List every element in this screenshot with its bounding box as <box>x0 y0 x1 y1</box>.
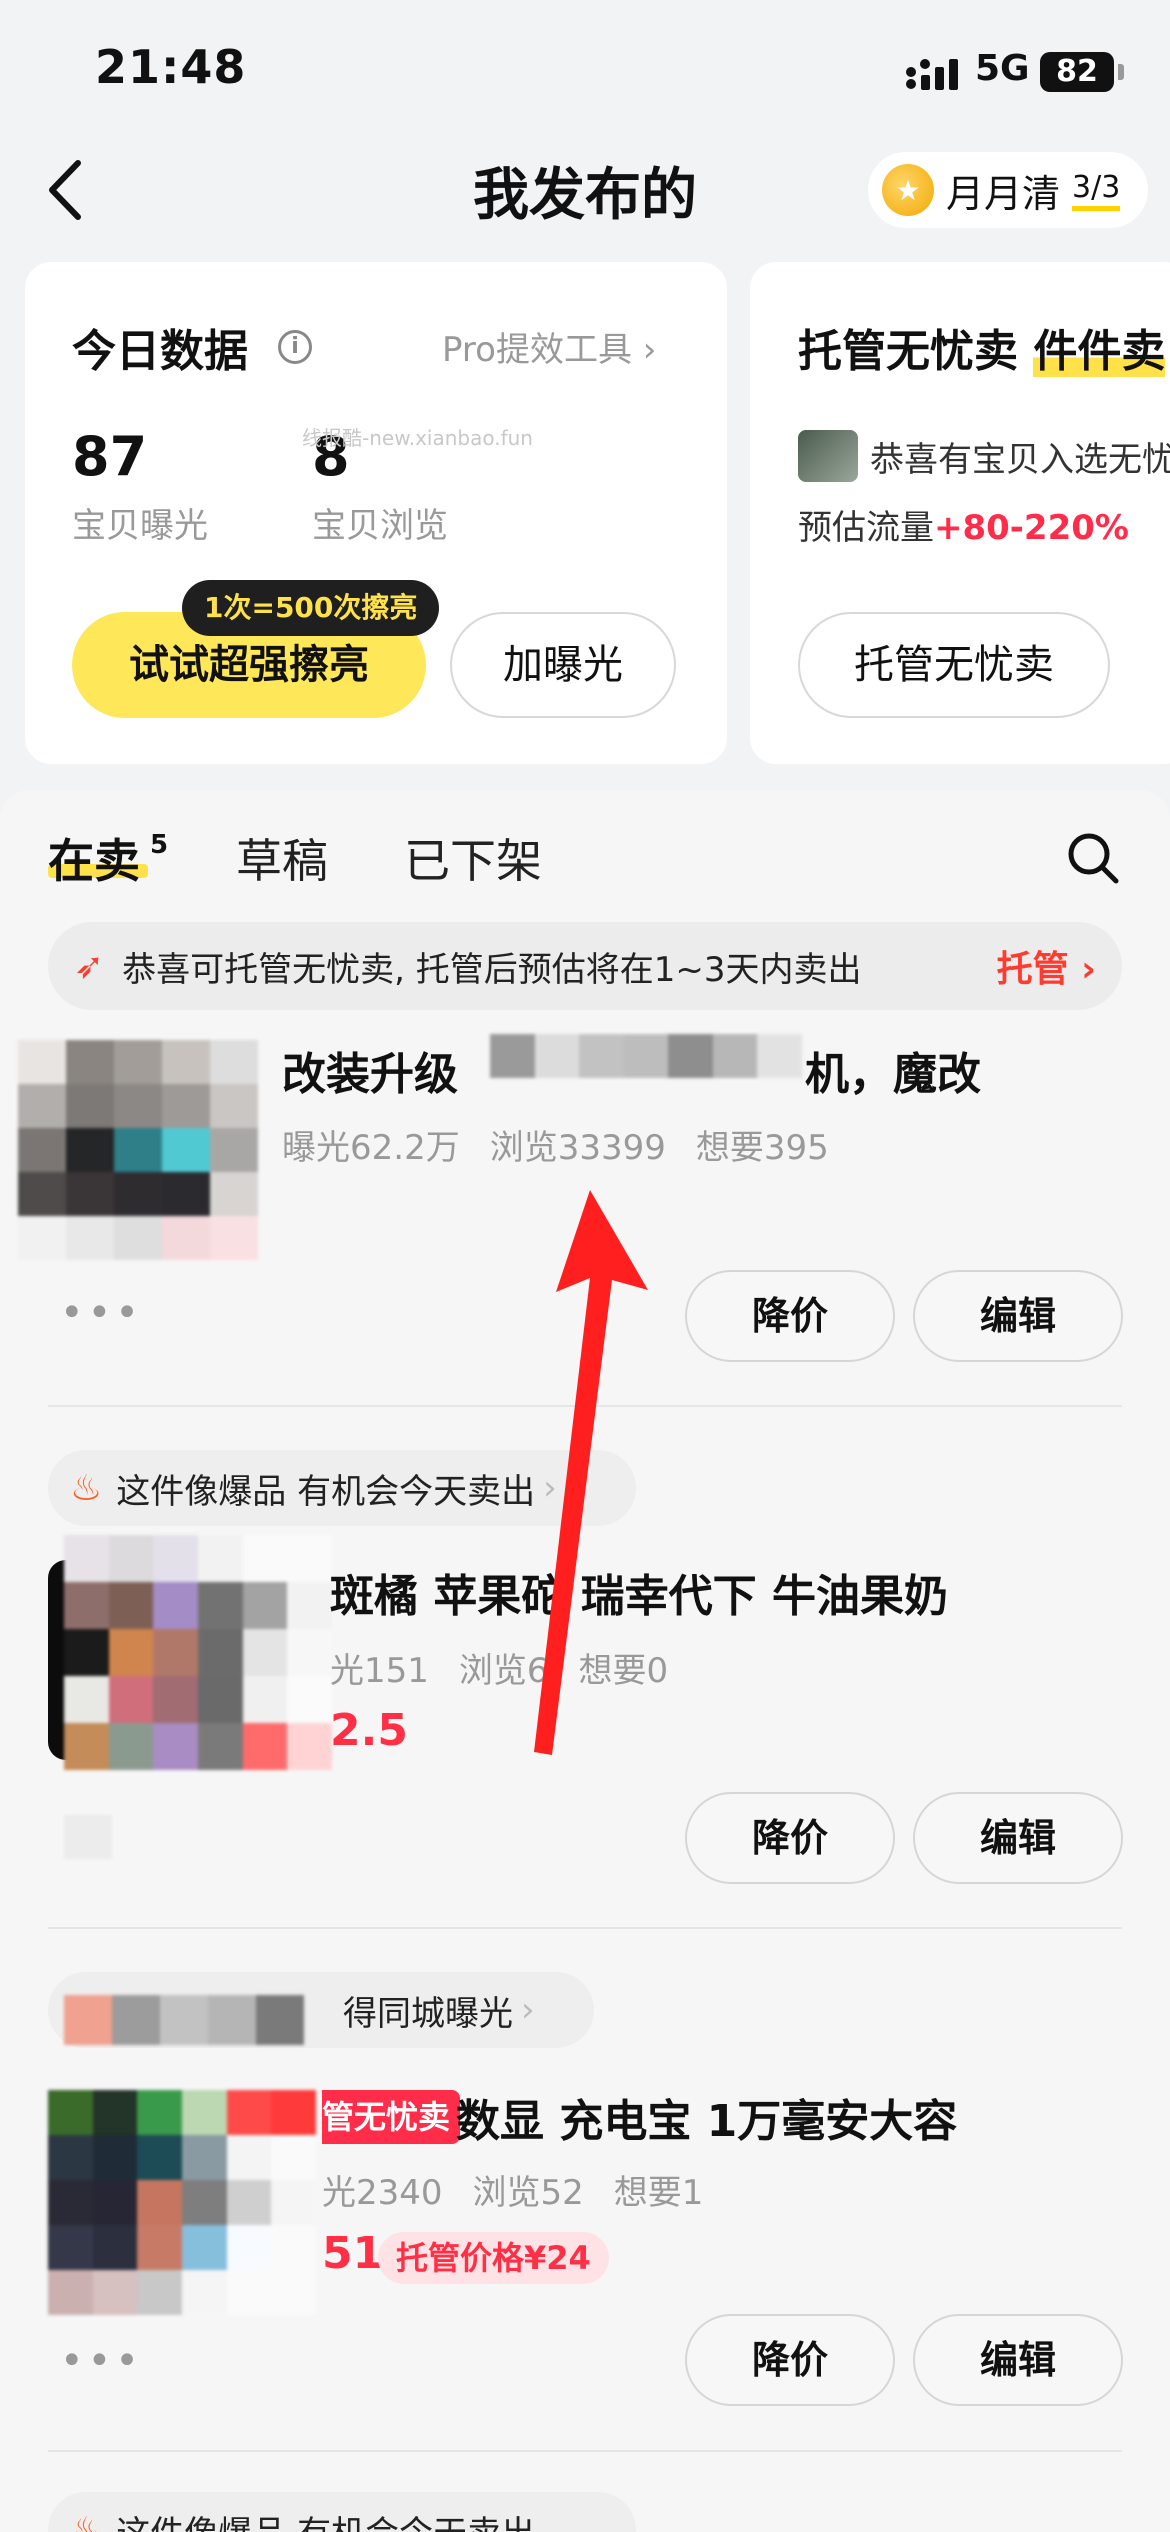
managed-line1-text: 恭喜有宝贝入选无忧 <box>870 439 1170 480</box>
exposure-value: 87 <box>72 425 148 488</box>
coin-bag-icon: ★ <box>882 164 934 216</box>
item3-views: 浏览52 <box>472 2173 584 2213</box>
product-thumbnail-mini <box>798 430 858 482</box>
signal-icon <box>906 59 958 90</box>
battery-indicator: 82 <box>1040 52 1114 92</box>
item2-exposure: 光151 <box>330 1651 429 1691</box>
chevron-right-icon: › <box>521 1990 535 2030</box>
search-icon[interactable] <box>1065 830 1121 886</box>
item3-price: 51 <box>322 2228 384 2279</box>
item4-hot-hint[interactable]: ♨ 这件像爆品 有机会今天卖出 <box>48 2492 636 2532</box>
item1-views: 浏览33399 <box>489 1128 666 1168</box>
item4-hint-text: 这件像爆品 有机会今天卖出 <box>116 2506 535 2532</box>
battery-cap <box>1118 64 1124 80</box>
info-icon[interactable]: i <box>278 330 312 364</box>
item1-edit-button[interactable]: 编辑 <box>913 1270 1123 1362</box>
item3-title[interactable]: 数显 充电宝 1万毫安大容 <box>456 2085 957 2149</box>
item3-hint-text: 得同城曝光 <box>343 1993 513 2034</box>
item1-wants: 想要395 <box>695 1128 829 1168</box>
pro-tools-label: Pro提效工具 <box>442 330 632 370</box>
managed-card-title: 托管无忧卖 件件卖 <box>798 315 1166 379</box>
item1-discount-button[interactable]: 降价 <box>685 1270 895 1362</box>
divider <box>48 1927 1122 1929</box>
tab-removed[interactable]: 已下架 <box>404 825 542 891</box>
item1-title-right[interactable]: 机，魔改 <box>805 1038 981 1102</box>
item1-stats: 曝光62.2万 浏览33399 想要395 <box>282 1120 859 1169</box>
rocket-icon: ➶ <box>74 945 105 987</box>
item3-managed-price: 托管价格¥24 <box>378 2232 609 2284</box>
item3-managed-tag: 管无忧卖 <box>322 2090 461 2144</box>
managed-banner-link[interactable]: 托管 › <box>997 940 1096 992</box>
item2-discount-button[interactable]: 降价 <box>685 1792 895 1884</box>
managed-title-a: 托管无忧卖 <box>798 326 1018 377</box>
item1-more-icon[interactable]: ••• <box>60 1290 143 1336</box>
item2-hint-text: 这件像爆品 有机会今天卖出 <box>116 1471 536 1512</box>
back-chevron-icon[interactable] <box>42 155 92 225</box>
managed-link-label: 托管 <box>996 949 1069 990</box>
managed-card-line1: 恭喜有宝贝入选无忧 <box>798 430 1170 482</box>
managed-selling-button[interactable]: 托管无忧卖 <box>798 612 1110 718</box>
item2-thumbnail[interactable] <box>64 1535 332 1770</box>
monthly-clear-label: 月月清 <box>946 171 1061 216</box>
item3-discount-button[interactable]: 降价 <box>685 2314 895 2406</box>
tab-selling[interactable]: 在卖 <box>48 825 140 891</box>
item3-wants: 想要1 <box>613 2173 704 2213</box>
managed-card-line2: 预估流量+80-220% <box>798 500 1129 549</box>
item3-stats: 光2340 浏览52 想要1 <box>322 2165 733 2214</box>
pro-tools-link[interactable]: Pro提效工具 › <box>442 322 656 371</box>
item1-thumbnail[interactable] <box>18 1040 258 1260</box>
exposure-label: 宝贝曝光 <box>72 506 208 546</box>
fire-icon: ♨ <box>70 1467 103 1509</box>
watermark: 线报酷-new.xianbao.fun <box>302 426 533 450</box>
managed-banner-text: 恭喜可托管无忧卖, 托管后预估将在1~3天内卖出 <box>122 949 862 990</box>
item3-edit-button[interactable]: 编辑 <box>913 2314 1123 2406</box>
traffic-value: +80-220% <box>934 508 1129 548</box>
tab-drafts[interactable]: 草稿 <box>236 825 328 891</box>
chevron-right-icon: › <box>642 330 657 370</box>
tab-selling-count: 5 <box>150 830 169 860</box>
item1-title-redacted <box>490 1034 802 1078</box>
traffic-label: 预估流量 <box>798 508 934 548</box>
item2-edit-button[interactable]: 编辑 <box>913 1792 1123 1884</box>
item1-exposure: 曝光62.2万 <box>282 1128 460 1168</box>
network-label: 5G <box>975 48 1030 89</box>
item3-thumbnail[interactable] <box>48 2090 316 2315</box>
item3-more-icon[interactable]: ••• <box>60 2338 143 2384</box>
item1-title-left[interactable]: 改装升级 <box>282 1038 458 1102</box>
monthly-clear-badge[interactable]: ★ 月月清 3/3 <box>868 152 1148 228</box>
item2-more-redacted <box>64 1815 112 1859</box>
fire-icon: ♨ <box>70 2509 103 2532</box>
annotation-arrow-icon <box>534 1190 648 1755</box>
views-label: 宝贝浏览 <box>312 506 448 546</box>
monthly-clear-count: 3/3 <box>1072 170 1121 211</box>
add-exposure-button[interactable]: 加曝光 <box>450 612 676 718</box>
item2-price: 2.5 <box>330 1705 408 1756</box>
managed-banner[interactable]: ➶ 恭喜可托管无忧卖, 托管后预估将在1~3天内卖出 托管 › <box>48 922 1122 1010</box>
item3-exposure: 光2340 <box>322 2173 443 2213</box>
status-time: 21:48 <box>95 40 247 94</box>
divider <box>48 2450 1122 2452</box>
item3-hint-redacted <box>64 1995 304 2045</box>
today-data-title: 今日数据 <box>72 326 248 377</box>
polish-tip-badge: 1次=500次擦亮 <box>182 580 440 636</box>
managed-title-b: 件件卖 <box>1033 326 1166 377</box>
